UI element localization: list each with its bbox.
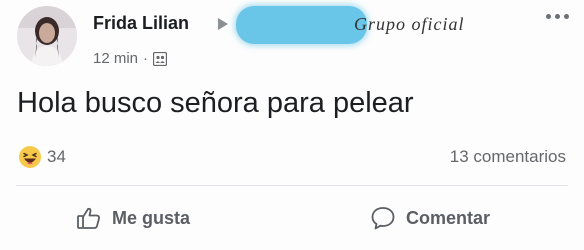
- post-meta: 12 min ·: [93, 50, 168, 67]
- comments-count[interactable]: 13 comentarios: [450, 147, 566, 167]
- more-dot: [545, 13, 551, 19]
- comment-button[interactable]: Comentar: [370, 202, 490, 234]
- post-body: Hola busco señora para pelear: [17, 87, 414, 119]
- facebook-post: Frida Lilian Grupo oficial 12 min · Hola…: [0, 0, 584, 250]
- group-audience-icon: [153, 51, 168, 66]
- thumbs-up-icon: [77, 207, 100, 229]
- like-button[interactable]: Me gusta: [76, 202, 190, 234]
- more-options-icon[interactable]: [540, 9, 574, 23]
- profile-photo-icon: [17, 6, 77, 66]
- triangle-right-icon: [218, 18, 228, 30]
- comment-label: Comentar: [406, 207, 491, 228]
- more-dot: [554, 13, 560, 19]
- avatar[interactable]: [17, 6, 77, 66]
- like-label: Me gusta: [112, 207, 191, 228]
- haha-emoji-icon: [19, 146, 41, 168]
- redaction-mark: [236, 6, 367, 44]
- more-dot: [563, 13, 569, 19]
- group-name[interactable]: Grupo oficial: [354, 14, 465, 35]
- reaction-summary[interactable]: 34: [18, 145, 66, 169]
- reaction-count: 34: [47, 147, 66, 166]
- meta-separator: ·: [143, 50, 149, 67]
- divider: [16, 185, 568, 186]
- post-time[interactable]: 12 min: [93, 50, 138, 67]
- author-name[interactable]: Frida Lilian: [93, 13, 189, 34]
- speech-bubble-icon: [371, 207, 395, 230]
